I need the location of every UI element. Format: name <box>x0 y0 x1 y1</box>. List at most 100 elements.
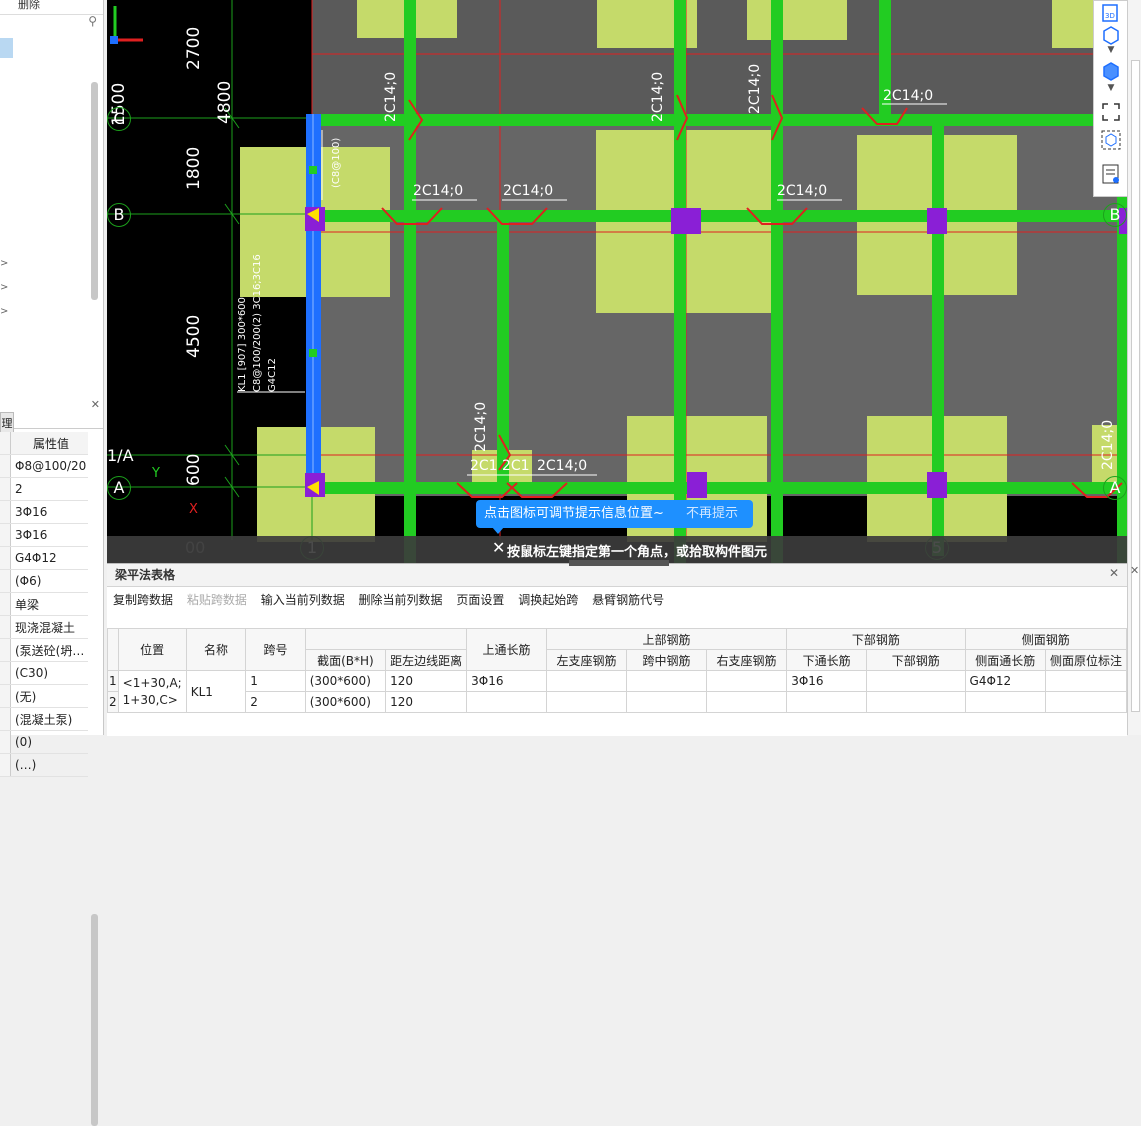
property-value[interactable]: 2 <box>10 477 88 501</box>
tree-item-selected[interactable] <box>0 38 13 58</box>
beam-label-rebar: C8@100/200(2) 3C16;3C16 <box>252 254 263 392</box>
status-message: 按鼠标左键指定第一个角点，或拾取构件图元 <box>507 545 768 560</box>
search-icon[interactable]: ⚲ <box>88 14 97 28</box>
panel-resize-handle[interactable] <box>569 560 669 566</box>
tooltip-pointer <box>492 527 504 534</box>
cube-icon[interactable] <box>1100 25 1122 47</box>
property-value[interactable]: G4Φ12 <box>10 546 88 570</box>
property-table: 属性值 Φ8@100/20 2 3Φ16 3Φ16 G4Φ12 (Φ6) 单梁 … <box>0 432 88 777</box>
row-index: 2 <box>107 691 119 713</box>
column-header: 跨号 <box>245 628 306 671</box>
cell-bottom-through[interactable] <box>786 691 867 713</box>
row-index-header <box>107 628 119 671</box>
property-value[interactable]: (…) <box>10 753 88 777</box>
property-value[interactable]: 单梁 <box>10 592 88 616</box>
table-toolbar: 复制跨数据 粘贴跨数据 输入当前列数据 删除当前列数据 页面设置 调换起始跨 悬… <box>107 587 1127 613</box>
cell-left-support[interactable] <box>545 670 628 692</box>
property-value[interactable]: (泵送砼(坍… <box>10 638 88 662</box>
column-header: 上通长筋 <box>466 628 547 671</box>
cell-offset[interactable]: 120 <box>385 691 468 713</box>
cell-side-through[interactable] <box>964 691 1046 713</box>
vertical-scrollbar[interactable] <box>1131 60 1140 712</box>
property-value[interactable]: 3Φ16 <box>10 500 88 524</box>
axis-bubble-c: C <box>107 107 131 131</box>
cell-bottom-bar[interactable] <box>865 691 966 713</box>
chevron-down-icon[interactable]: ▼ <box>1100 83 1122 97</box>
close-icon[interactable]: ✕ <box>1109 566 1119 580</box>
property-value[interactable]: 现浇混凝土 <box>10 615 88 639</box>
rebar-label: 2C1 <box>502 458 530 474</box>
chevron-right-icon[interactable]: > <box>0 258 8 269</box>
cell-span[interactable]: 2 <box>245 691 306 713</box>
paste-span-data-button[interactable]: 粘贴跨数据 <box>187 593 247 607</box>
cell-section[interactable]: (300*600) <box>304 670 387 692</box>
delete-column-data-button[interactable]: 删除当前列数据 <box>359 593 443 607</box>
command-status-bar: ✕ 按鼠标左键指定第一个角点，或拾取构件图元 <box>107 536 1127 563</box>
view-toolbar: 3D ▼ ▼ <box>1093 0 1129 197</box>
cell-side-through[interactable]: G4Φ12 <box>964 670 1046 692</box>
property-value[interactable]: 3Φ16 <box>10 523 88 547</box>
close-icon[interactable]: ✕ <box>1130 564 1139 577</box>
cell-top-through[interactable] <box>466 691 547 713</box>
axis-bubble-b: B <box>107 203 131 227</box>
svg-text:3D: 3D <box>1105 12 1115 20</box>
page-setup-button[interactable]: 页面设置 <box>456 593 504 607</box>
chevron-right-icon[interactable]: > <box>0 282 8 293</box>
cell-mid-span[interactable] <box>626 691 707 713</box>
column-header: 截面(B*H) <box>304 649 387 671</box>
cell-side-in-situ[interactable] <box>1044 691 1128 713</box>
cell-right-support[interactable] <box>705 691 788 713</box>
cell-offset[interactable]: 120 <box>385 670 468 692</box>
rebar-label: 2C14;0 <box>883 88 934 104</box>
table-row[interactable]: 1 <1+30,A; 1+30,C> KL1 1 (300*600) 120 3Φ… <box>107 670 1128 713</box>
delete-button[interactable]: 删除 <box>0 0 103 15</box>
cell-top-through[interactable]: 3Φ16 <box>466 670 547 692</box>
position-line-2: 1+30,C> <box>122 692 178 707</box>
property-value[interactable]: Φ8@100/20 <box>10 454 88 478</box>
cantilever-code-button[interactable]: 悬臂钢筋代号 <box>592 593 664 607</box>
cell-section[interactable]: (300*600) <box>304 691 387 713</box>
cell-bottom-through[interactable]: 3Φ16 <box>786 670 867 692</box>
property-value[interactable]: (0) <box>10 730 88 754</box>
property-value[interactable]: (Φ6) <box>10 569 88 593</box>
close-icon[interactable]: ✕ <box>91 398 100 411</box>
dismiss-hint-button[interactable]: 不再提示 <box>686 500 738 528</box>
cell-mid-span[interactable] <box>626 670 707 692</box>
dimension-label: 600 <box>184 453 204 486</box>
cell-name[interactable]: KL1 <box>185 670 247 713</box>
rebar-label: 2C14;0 <box>1100 419 1116 470</box>
column-header: 左支座钢筋 <box>545 649 628 671</box>
property-value[interactable]: (C30) <box>10 661 88 685</box>
cell-span[interactable]: 1 <box>245 670 306 692</box>
rebar-label: 2C14;0 <box>383 71 399 122</box>
fit-view-icon[interactable] <box>1100 101 1122 123</box>
property-value[interactable]: (无) <box>10 684 88 708</box>
cell-left-support[interactable] <box>545 691 628 713</box>
cell-side-in-situ[interactable] <box>1044 670 1128 692</box>
view-cube-icon[interactable] <box>1100 129 1122 151</box>
3d-view-icon[interactable]: 3D <box>1100 3 1122 25</box>
dimension-label: 2700 <box>184 26 204 70</box>
rebar-label: 2C14;0 <box>777 183 828 199</box>
column-group-header <box>304 628 468 650</box>
column-group-header: 上部钢筋 <box>545 628 788 650</box>
table-row[interactable]: 2 2 (300*600) 120 <box>107 691 1128 713</box>
tree-scrollbar[interactable] <box>91 82 98 300</box>
property-value[interactable]: (混凝土泵) <box>10 707 88 731</box>
cell-bottom-bar[interactable] <box>865 670 966 692</box>
report-icon[interactable] <box>1100 163 1122 185</box>
row-index: 1 <box>107 670 119 692</box>
hint-message: 点击图标可调节提示信息位置~ <box>484 506 664 521</box>
copy-span-data-button[interactable]: 复制跨数据 <box>113 593 173 607</box>
column-header: 侧面原位标注 <box>1044 649 1128 671</box>
cell-right-support[interactable] <box>705 670 788 692</box>
cell-position[interactable]: <1+30,A; 1+30,C> <box>117 670 187 713</box>
swap-start-span-button[interactable]: 调换起始跨 <box>518 593 578 607</box>
chevron-down-icon[interactable]: ▼ <box>1100 45 1122 59</box>
column-group-header: 侧面钢筋 <box>964 628 1128 650</box>
input-column-data-button[interactable]: 输入当前列数据 <box>261 593 345 607</box>
cube-solid-icon[interactable] <box>1100 61 1122 83</box>
drawing-canvas[interactable]: 2700 4800 1500 1800 4500 600 C B 1/A A 1… <box>107 0 1127 563</box>
chevron-right-icon[interactable]: > <box>0 306 8 317</box>
properties-scrollbar[interactable] <box>91 914 98 1126</box>
